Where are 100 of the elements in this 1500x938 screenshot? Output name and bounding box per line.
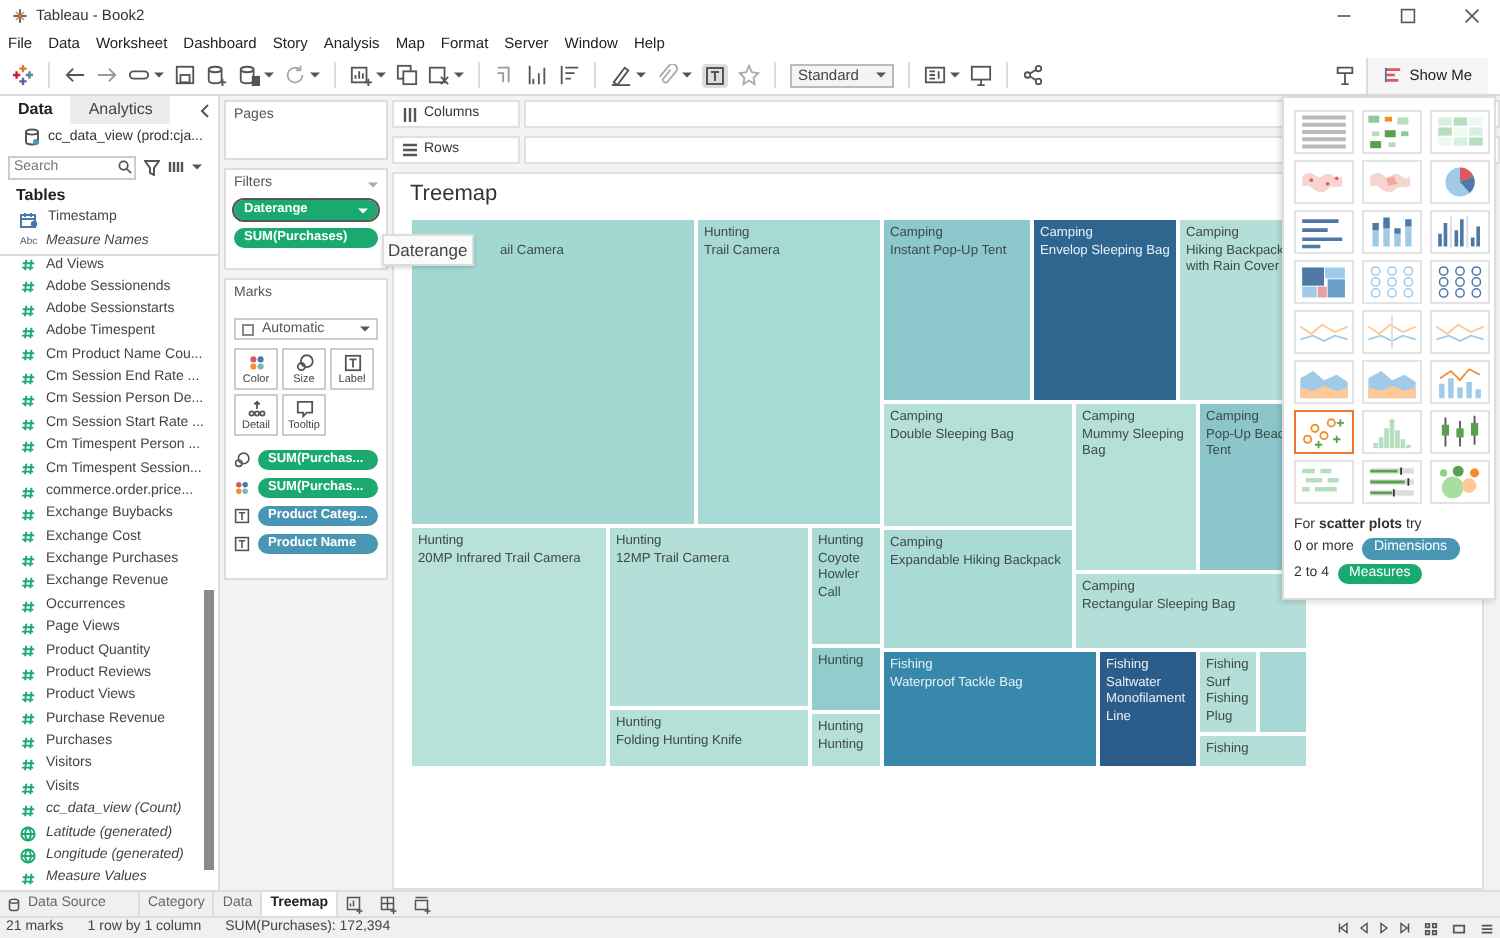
label-icon (234, 508, 250, 525)
caret-icon[interactable] (376, 72, 386, 78)
caret-icon[interactable] (264, 72, 274, 78)
bullet-chart-icon (1364, 462, 1420, 502)
new-story-icon[interactable] (414, 895, 432, 913)
caret-icon[interactable] (950, 72, 960, 78)
hash-icon (20, 439, 36, 454)
label-icon (343, 353, 361, 372)
presentation-icon[interactable] (970, 64, 992, 86)
detail-icon (247, 399, 265, 418)
hash-icon (20, 348, 36, 363)
calendar-icon (20, 211, 38, 228)
hash-icon (20, 599, 36, 614)
app-icon (12, 7, 28, 23)
show-labels-icon[interactable] (702, 63, 728, 87)
filmstrip-icon[interactable] (1452, 921, 1466, 935)
caret-icon[interactable] (682, 72, 692, 78)
hash-icon (20, 621, 36, 636)
caret-icon[interactable] (154, 72, 164, 78)
text-table-chart-icon (1296, 112, 1352, 152)
sort-descending-icon[interactable] (558, 64, 580, 86)
hash-icon (20, 781, 36, 796)
hash-icon (20, 371, 36, 386)
database-pause-icon[interactable] (238, 64, 260, 86)
swap-icon[interactable] (494, 64, 516, 86)
square-icon (242, 323, 254, 336)
globe-icon (20, 825, 36, 842)
logo-icon (12, 64, 34, 86)
hash-icon (20, 530, 36, 545)
filter-icon[interactable] (144, 159, 160, 176)
caret-icon (360, 326, 370, 333)
size-icon (295, 353, 313, 372)
paperclip-icon[interactable] (656, 64, 678, 86)
treemap-tile[interactable] (1258, 650, 1308, 735)
hash-icon (20, 462, 36, 477)
clear-sheet-icon[interactable] (428, 64, 450, 86)
cards-icon[interactable] (924, 64, 946, 86)
hash-icon (20, 258, 36, 273)
hash-icon (20, 485, 36, 500)
maximize-icon[interactable] (1400, 7, 1416, 23)
color-icon (247, 353, 265, 372)
tab-list-icon[interactable] (1480, 921, 1494, 935)
hash-icon (20, 667, 36, 682)
chart-icon (1383, 66, 1402, 84)
hash-icon (20, 576, 36, 591)
sort-ascending-icon[interactable] (526, 64, 548, 86)
tooltip: Daterange (382, 234, 474, 267)
highlight-table-chart-icon (1432, 112, 1488, 152)
forward-arrow-icon[interactable] (96, 64, 118, 86)
pane-tab[interactable]: Analytics (70, 96, 171, 124)
hash-icon (20, 394, 36, 409)
rows-icon (402, 142, 418, 158)
new-worksheet-icon[interactable] (350, 64, 372, 86)
caret-icon[interactable] (454, 72, 464, 78)
hash-icon (20, 712, 36, 727)
caret-icon[interactable] (192, 164, 202, 171)
database-icon (8, 897, 20, 911)
color-icon (234, 480, 250, 497)
globe-icon (20, 848, 36, 865)
chart-type-button[interactable] (1294, 410, 1354, 454)
hash-icon (20, 553, 36, 568)
share-icon[interactable] (1022, 64, 1044, 86)
size-icon (234, 452, 250, 469)
tooltip-icon (295, 399, 313, 418)
next-page-icon[interactable] (1378, 922, 1390, 934)
caret-icon (358, 207, 368, 214)
caret-icon[interactable] (636, 72, 646, 78)
hash-icon (20, 303, 36, 318)
hash-icon (20, 508, 36, 523)
hash-icon (20, 417, 36, 432)
sheet-title: Treemap (410, 182, 500, 209)
hash-icon (20, 280, 36, 295)
previous-page-icon[interactable] (1358, 922, 1370, 934)
hash-icon (20, 803, 36, 818)
scrollbar-thumb[interactable] (204, 590, 214, 870)
new-worksheet-icon[interactable] (346, 895, 364, 913)
highlighter-icon[interactable] (610, 64, 632, 86)
hash-icon (20, 690, 36, 705)
hash-icon (20, 326, 36, 341)
hash-icon (20, 872, 36, 887)
hash-icon (20, 735, 36, 750)
database-icon (24, 128, 40, 147)
collapse-icon[interactable] (200, 103, 210, 117)
label-icon (234, 536, 250, 553)
duplicate-icon[interactable] (396, 64, 418, 86)
caret-icon (876, 72, 886, 78)
last-page-icon[interactable] (1398, 922, 1410, 934)
columns-icon (402, 106, 418, 122)
section-heading: Tables (14, 183, 66, 208)
database-add-icon[interactable] (206, 64, 228, 86)
save-icon[interactable] (174, 64, 196, 86)
caret-icon[interactable] (310, 72, 320, 78)
close-icon[interactable] (1464, 7, 1480, 23)
view-options-icon[interactable] (168, 160, 184, 175)
sheet-grid-icon[interactable] (1424, 921, 1438, 935)
first-page-icon[interactable] (1338, 922, 1350, 934)
hash-icon (20, 758, 36, 773)
back-arrow-icon[interactable] (64, 64, 86, 86)
new-dashboard-icon[interactable] (380, 895, 398, 913)
lines-discrete-chart-icon (1364, 312, 1420, 352)
